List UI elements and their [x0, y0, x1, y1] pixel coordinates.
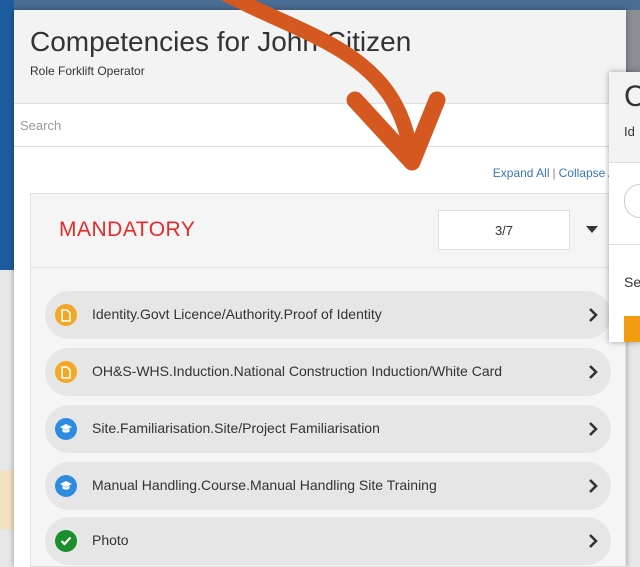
- chevron-right-icon: [589, 365, 598, 379]
- chevron-right-icon: [589, 479, 598, 493]
- dialog-divider: [609, 244, 640, 245]
- checkmark-icon: [55, 530, 77, 552]
- expand-collapse-links: Expand All | Collapse A: [493, 166, 616, 180]
- document-icon: [55, 304, 77, 326]
- competency-label: OH&S-WHS.Induction.National Construction…: [92, 363, 503, 379]
- competency-item-site-familiarisation[interactable]: Site.Familiarisation.Site/Project Famili…: [45, 405, 611, 453]
- graduation-cap-icon: [55, 475, 77, 497]
- competencies-panel: Competencies for John Citizen Role Forkl…: [14, 10, 627, 567]
- dialog-action-button[interactable]: [624, 316, 640, 342]
- section-title: MANDATORY: [59, 218, 196, 241]
- document-icon: [55, 361, 77, 383]
- dialog-header: C Id: [609, 72, 640, 163]
- background-window-top: [0, 0, 640, 10]
- collapse-all-link[interactable]: Collapse A: [559, 166, 616, 180]
- chevron-right-icon: [589, 422, 598, 436]
- panel-header: Competencies for John Citizen Role Forkl…: [14, 10, 626, 104]
- mandatory-section: MANDATORY 3/7 Identity.Govt Licence/Auth…: [30, 193, 627, 567]
- competency-item-manual-handling[interactable]: Manual Handling.Course.Manual Handling S…: [45, 462, 611, 510]
- competency-item-proof-of-identity[interactable]: Identity.Govt Licence/Authority.Proof of…: [45, 291, 611, 339]
- competency-item-white-card[interactable]: OH&S-WHS.Induction.National Construction…: [45, 348, 611, 396]
- background-highlight: [0, 470, 14, 530]
- competency-label: Manual Handling.Course.Manual Handling S…: [92, 477, 437, 493]
- dialog-toggle[interactable]: [624, 184, 640, 218]
- background-window-right: [626, 342, 640, 567]
- competency-item-photo[interactable]: Photo: [45, 517, 611, 565]
- expand-all-link[interactable]: Expand All: [493, 166, 550, 180]
- competency-label: Photo: [92, 532, 129, 548]
- page-title: Competencies for John Citizen: [30, 26, 412, 57]
- competency-label: Site.Familiarisation.Site/Project Famili…: [92, 420, 380, 436]
- dialog-label: Se: [624, 274, 640, 290]
- link-separator: |: [552, 166, 556, 180]
- section-header[interactable]: MANDATORY 3/7: [31, 194, 627, 268]
- dialog-subtitle: Id: [624, 124, 635, 139]
- chevron-right-icon: [589, 534, 598, 548]
- dialog-title: C: [624, 80, 640, 113]
- graduation-cap-icon: [55, 418, 77, 440]
- chevron-down-icon[interactable]: [586, 226, 598, 233]
- chevron-right-icon: [589, 308, 598, 322]
- progress-count: 3/7: [438, 210, 570, 250]
- competency-label: Identity.Govt Licence/Authority.Proof of…: [92, 306, 382, 322]
- overlapping-dialog: C Id Se: [609, 72, 640, 342]
- search-input[interactable]: [14, 105, 626, 147]
- role-subtitle: Role Forklift Operator: [30, 64, 145, 78]
